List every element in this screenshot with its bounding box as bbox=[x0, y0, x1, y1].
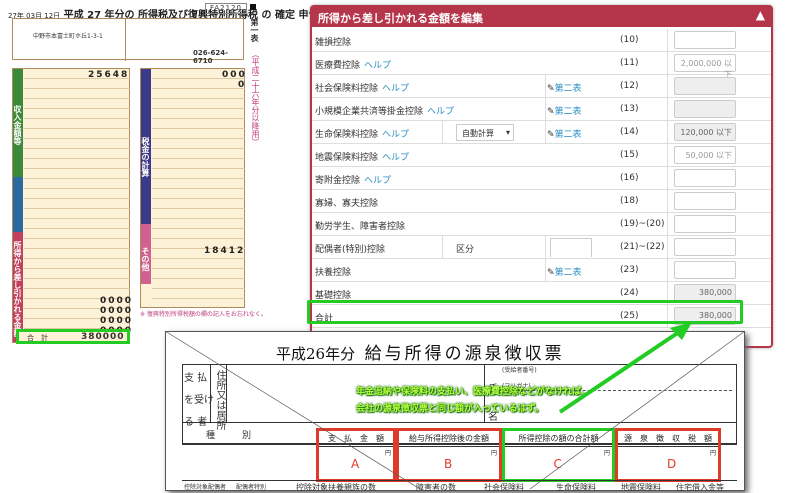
arrow-line bbox=[558, 328, 684, 414]
cross-line bbox=[164, 330, 421, 489]
annotation-overlay bbox=[164, 322, 746, 489]
